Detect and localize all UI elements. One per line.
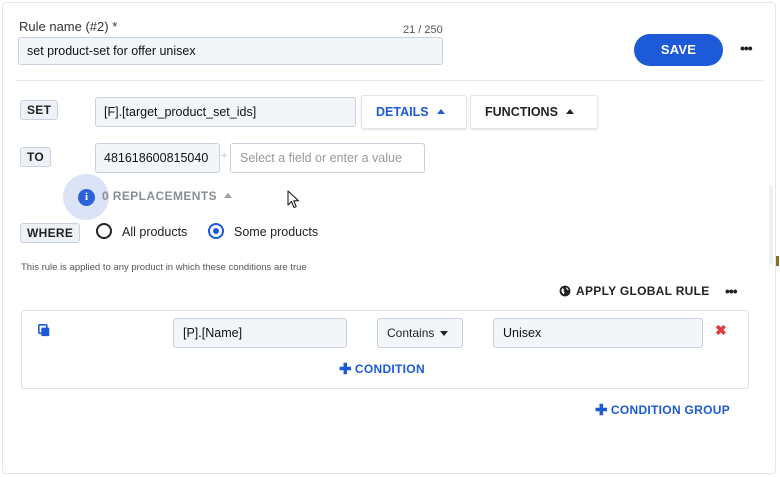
rule-name-input[interactable]: set product-set for offer unisex — [18, 37, 443, 65]
copy-icon[interactable] — [38, 324, 50, 337]
where-tag: WHERE — [20, 223, 81, 243]
condition-operator-select[interactable]: Contains — [377, 318, 463, 348]
details-label: DETAILS — [376, 105, 429, 119]
all-products-radio[interactable] — [96, 223, 112, 239]
apply-global-rule-label: APPLY GLOBAL RULE — [576, 284, 710, 298]
rule-name-char-counter: 21 / 250 — [403, 24, 443, 36]
functions-label: FUNCTIONS — [485, 105, 558, 119]
some-products-radio[interactable] — [208, 223, 224, 239]
plus-icon: ✚ — [595, 402, 608, 419]
value-input[interactable]: Select a field or enter a value — [230, 143, 425, 173]
add-condition-group-button[interactable]: ✚ CONDITION GROUP — [595, 401, 730, 419]
more-options-icon[interactable]: ••• — [725, 283, 738, 299]
edge-marker — [776, 256, 779, 266]
condition-value-input[interactable]: Unisex — [493, 318, 703, 348]
add-condition-label: CONDITION — [354, 362, 425, 376]
remove-condition-icon[interactable]: ✖ — [715, 322, 727, 339]
scrollbar[interactable] — [769, 185, 773, 265]
condition-field-input[interactable]: [P].[Name] — [173, 318, 347, 348]
add-condition-group-label: CONDITION GROUP — [610, 403, 731, 417]
where-hint-text: This rule is applied to any product in w… — [21, 262, 307, 273]
rule-name-label: Rule name (#2) * — [19, 19, 118, 34]
functions-button[interactable]: FUNCTIONS — [470, 95, 598, 129]
replacements-label: 0 REPLACEMENTS — [102, 189, 217, 203]
replacements-toggle[interactable]: 0 REPLACEMENTS — [102, 189, 232, 203]
apply-global-rule-button[interactable]: APPLY GLOBAL RULE — [559, 284, 710, 298]
caret-up-icon — [223, 193, 232, 198]
header-divider — [16, 80, 763, 81]
chevron-down-icon — [440, 331, 449, 336]
operator-label: Contains — [387, 326, 435, 340]
to-tag: TO — [20, 147, 52, 167]
mouse-pointer-icon — [287, 190, 300, 209]
more-options-icon[interactable]: ••• — [740, 40, 753, 56]
concat-plus-icon: + — [221, 150, 228, 162]
value-chip[interactable]: 481618600815040 — [95, 143, 220, 173]
some-products-label[interactable]: Some products — [234, 225, 318, 239]
info-icon[interactable]: i — [78, 189, 95, 206]
globe-icon — [559, 285, 571, 297]
set-tag: SET — [20, 100, 59, 120]
target-field-input[interactable]: [F].[target_product_set_ids] — [95, 97, 356, 127]
all-products-label[interactable]: All products — [122, 225, 187, 239]
plus-icon: ✚ — [339, 361, 352, 378]
add-condition-button[interactable]: ✚ CONDITION — [339, 360, 425, 378]
details-button[interactable]: DETAILS — [361, 95, 467, 129]
caret-up-icon — [436, 109, 445, 114]
save-button[interactable]: SAVE — [634, 34, 723, 66]
caret-up-icon — [565, 109, 574, 114]
